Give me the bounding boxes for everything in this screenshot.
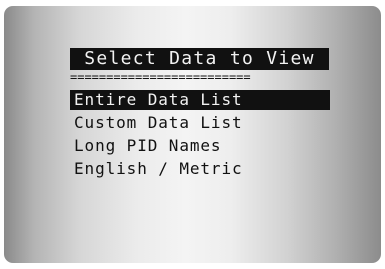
device-bezel: Select Data to View ====================… — [0, 0, 385, 269]
data-view-menu: Entire Data List Custom Data List Long P… — [70, 90, 330, 182]
lcd-screen: Select Data to View ====================… — [4, 6, 381, 263]
screen-title: Select Data to View — [70, 48, 329, 70]
menu-item-custom-data-list[interactable]: Custom Data List — [70, 113, 330, 133]
menu-item-long-pid-names[interactable]: Long PID Names — [70, 136, 330, 156]
menu-item-entire-data-list[interactable]: Entire Data List — [70, 90, 330, 110]
menu-item-english-metric[interactable]: English / Metric — [70, 159, 330, 179]
title-divider: ========================= — [70, 72, 251, 82]
